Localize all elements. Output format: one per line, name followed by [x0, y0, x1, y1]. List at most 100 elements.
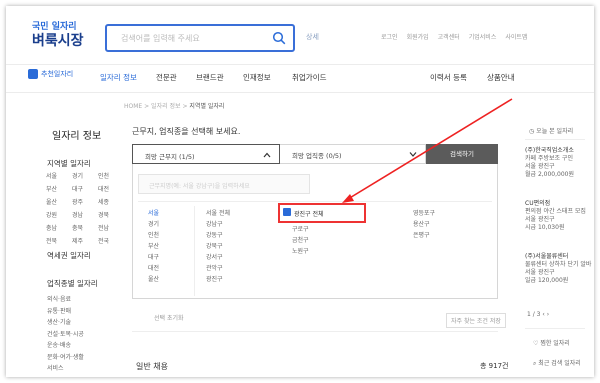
- nav-product-info[interactable]: 상품안내: [487, 72, 515, 83]
- region-link[interactable]: 충남: [46, 223, 72, 232]
- search-bar[interactable]: 검색어를 입력해 주세요: [105, 24, 295, 52]
- top-link-signup[interactable]: 회원가입: [407, 32, 429, 41]
- nav-brand[interactable]: 브랜드관: [196, 72, 224, 83]
- search-jobs-button[interactable]: 검색하기: [426, 144, 498, 164]
- district-item[interactable]: 노원구: [292, 246, 309, 257]
- checkbox-checked-icon[interactable]: [283, 208, 291, 216]
- viewed-loc: 서울 광진구: [525, 163, 555, 170]
- district-item[interactable]: 강서구: [206, 252, 230, 263]
- region-link[interactable]: 울산: [46, 197, 72, 206]
- district-item[interactable]: 관악구: [206, 263, 230, 274]
- district-item[interactable]: 광진구: [206, 274, 230, 285]
- clock-icon: ◷: [529, 128, 535, 135]
- viewed-item[interactable]: (주)한국직업소개소 카페 주방보조 구인 서울 광진구 월급 2,000,00…: [525, 147, 574, 179]
- nav-guide[interactable]: 취업가이드: [292, 72, 327, 83]
- top-link-business[interactable]: 기업서비스: [469, 32, 497, 41]
- jobtype-list: 외식·음료 유통·판매 생산·기술 건설·토목·시공 운송·배송 문화·여가·생…: [47, 294, 84, 375]
- chevron-right-icon[interactable]: ›: [547, 311, 549, 318]
- province-item[interactable]: 경기: [148, 219, 159, 230]
- region-link[interactable]: 경남: [72, 210, 98, 219]
- district-item[interactable]: 영등포구: [413, 208, 435, 219]
- region-link[interactable]: 광주: [72, 197, 98, 206]
- checked-district-label[interactable]: 광진구 전체: [294, 209, 324, 218]
- district-item[interactable]: 강남구: [206, 219, 230, 230]
- viewed-pay: 일급 120,000원: [525, 277, 569, 284]
- breadcrumb: HOME > 일자리 정보 > 지역별 일자리: [124, 101, 224, 110]
- detail-search-link[interactable]: 상세: [306, 32, 319, 42]
- district-item[interactable]: 강동구: [206, 230, 230, 241]
- region-link[interactable]: 인천: [98, 171, 124, 180]
- nav-divider-top: [6, 64, 594, 65]
- nav-divider-bottom: [6, 92, 594, 93]
- jobtype-link[interactable]: 서비스: [47, 363, 84, 375]
- province-item[interactable]: 인천: [148, 230, 159, 241]
- province-item[interactable]: 대전: [148, 263, 159, 274]
- region-link[interactable]: 전북: [46, 236, 72, 245]
- recent-search-link[interactable]: ⌕ 최근 검색 일자리: [533, 358, 581, 368]
- viewed-item[interactable]: CU편의점 편의점 야간 스태프 모집 서울 광진구 시급 10,030원: [525, 200, 586, 232]
- region-link[interactable]: 대전: [98, 184, 124, 193]
- viewed-pay: 시급 10,030원: [525, 224, 565, 231]
- nav-recommended[interactable]: 추천일자리: [28, 69, 73, 79]
- nav-talent[interactable]: 인재정보: [243, 72, 271, 83]
- viewed-item[interactable]: (주)서울물류센터 물류센터 상하차 단기 알바 서울 광진구 일급 120,0…: [525, 253, 591, 285]
- region-link[interactable]: 세종: [98, 197, 124, 206]
- region-link[interactable]: 경기: [72, 171, 98, 180]
- section-divider: [132, 331, 498, 332]
- province-item[interactable]: 부산: [148, 241, 159, 252]
- district-item[interactable]: 용산구: [413, 219, 435, 230]
- save-search-button[interactable]: 자주 찾는 조건 저장: [446, 313, 506, 328]
- viewed-pager[interactable]: 1 / 3 ‹ ›: [527, 311, 549, 318]
- region-link[interactable]: 서울: [46, 171, 72, 180]
- jobtype-link[interactable]: 생산·기술: [47, 317, 84, 329]
- district-list-2: 구로구 금천구 노원구: [292, 224, 309, 257]
- sidebar-jobtype-title[interactable]: 업직종별 일자리: [47, 278, 98, 289]
- chevron-left-icon[interactable]: ‹: [542, 311, 544, 318]
- district-item[interactable]: 금천구: [292, 235, 309, 246]
- jobtype-link[interactable]: 외식·음료: [47, 294, 84, 306]
- jobtype-dropdown[interactable]: 희망 업직종 (0/5): [280, 144, 426, 164]
- jobtype-link[interactable]: 건설·토목·시공: [47, 329, 84, 341]
- region-link[interactable]: 제주: [72, 236, 98, 245]
- province-item[interactable]: 대구: [148, 252, 159, 263]
- top-link-help[interactable]: 고객센터: [438, 32, 460, 41]
- recently-viewed-title: ◷ 오늘 본 일자리: [529, 126, 573, 135]
- region-link[interactable]: 부산: [46, 184, 72, 193]
- location-search-placeholder: 근무지명(예: 서울 강남구)을 입력하세요: [149, 183, 250, 190]
- search-input[interactable]: 검색어를 입력해 주세요: [121, 33, 200, 44]
- viewed-company: (주)한국직업소개소: [525, 147, 574, 154]
- location-dropdown[interactable]: 희망 근무지 (1/5): [132, 144, 280, 164]
- jobtype-link[interactable]: 유통·판매: [47, 306, 84, 318]
- nav-special[interactable]: 전문관: [156, 72, 177, 83]
- region-link[interactable]: 경북: [98, 210, 124, 219]
- nav-resume-register[interactable]: 이력서 등록: [430, 72, 467, 83]
- district-item[interactable]: 은평구: [413, 230, 435, 241]
- sidebar-metro-title[interactable]: 역세권 일자리: [47, 250, 91, 261]
- nav-job-info[interactable]: 일자리 정보: [100, 72, 137, 83]
- district-item[interactable]: 강북구: [206, 241, 230, 252]
- breadcrumb-path[interactable]: HOME > 일자리 정보 >: [124, 103, 188, 110]
- logo[interactable]: 벼룩시장: [32, 30, 84, 50]
- district-item[interactable]: 구로구: [292, 224, 309, 235]
- jobtype-link[interactable]: 문화·여가·생활: [47, 352, 84, 364]
- viewed-desc: 편의점 야간 스태프 모집: [525, 208, 586, 215]
- sidebar-regional-title[interactable]: 지역별 일자리: [47, 158, 91, 169]
- province-item[interactable]: 울산: [148, 274, 159, 285]
- region-link[interactable]: 전남: [98, 223, 124, 232]
- region-link[interactable]: 전국: [98, 236, 124, 245]
- top-link-sitemap[interactable]: 사이트맵: [505, 32, 527, 41]
- jobtype-link[interactable]: 운송·배송: [47, 340, 84, 352]
- district-item[interactable]: 서울 전체: [206, 208, 230, 219]
- top-link-login[interactable]: 로그인: [381, 32, 398, 41]
- region-link[interactable]: 대구: [72, 184, 98, 193]
- province-item-selected[interactable]: 서울: [148, 208, 159, 219]
- column-divider: [194, 206, 195, 296]
- reset-selection-button[interactable]: 선택 초기화: [154, 313, 184, 322]
- heart-icon: ♡: [533, 340, 539, 347]
- region-link[interactable]: 충북: [72, 223, 98, 232]
- scrap-link[interactable]: ♡ 찜한 일자리: [533, 338, 570, 347]
- search-icon[interactable]: [272, 31, 286, 45]
- region-link[interactable]: 강원: [46, 210, 72, 219]
- viewed-loc: 서울 광진구: [525, 216, 555, 223]
- location-search-input[interactable]: 근무지명(예: 서울 강남구)을 입력하세요: [138, 174, 310, 194]
